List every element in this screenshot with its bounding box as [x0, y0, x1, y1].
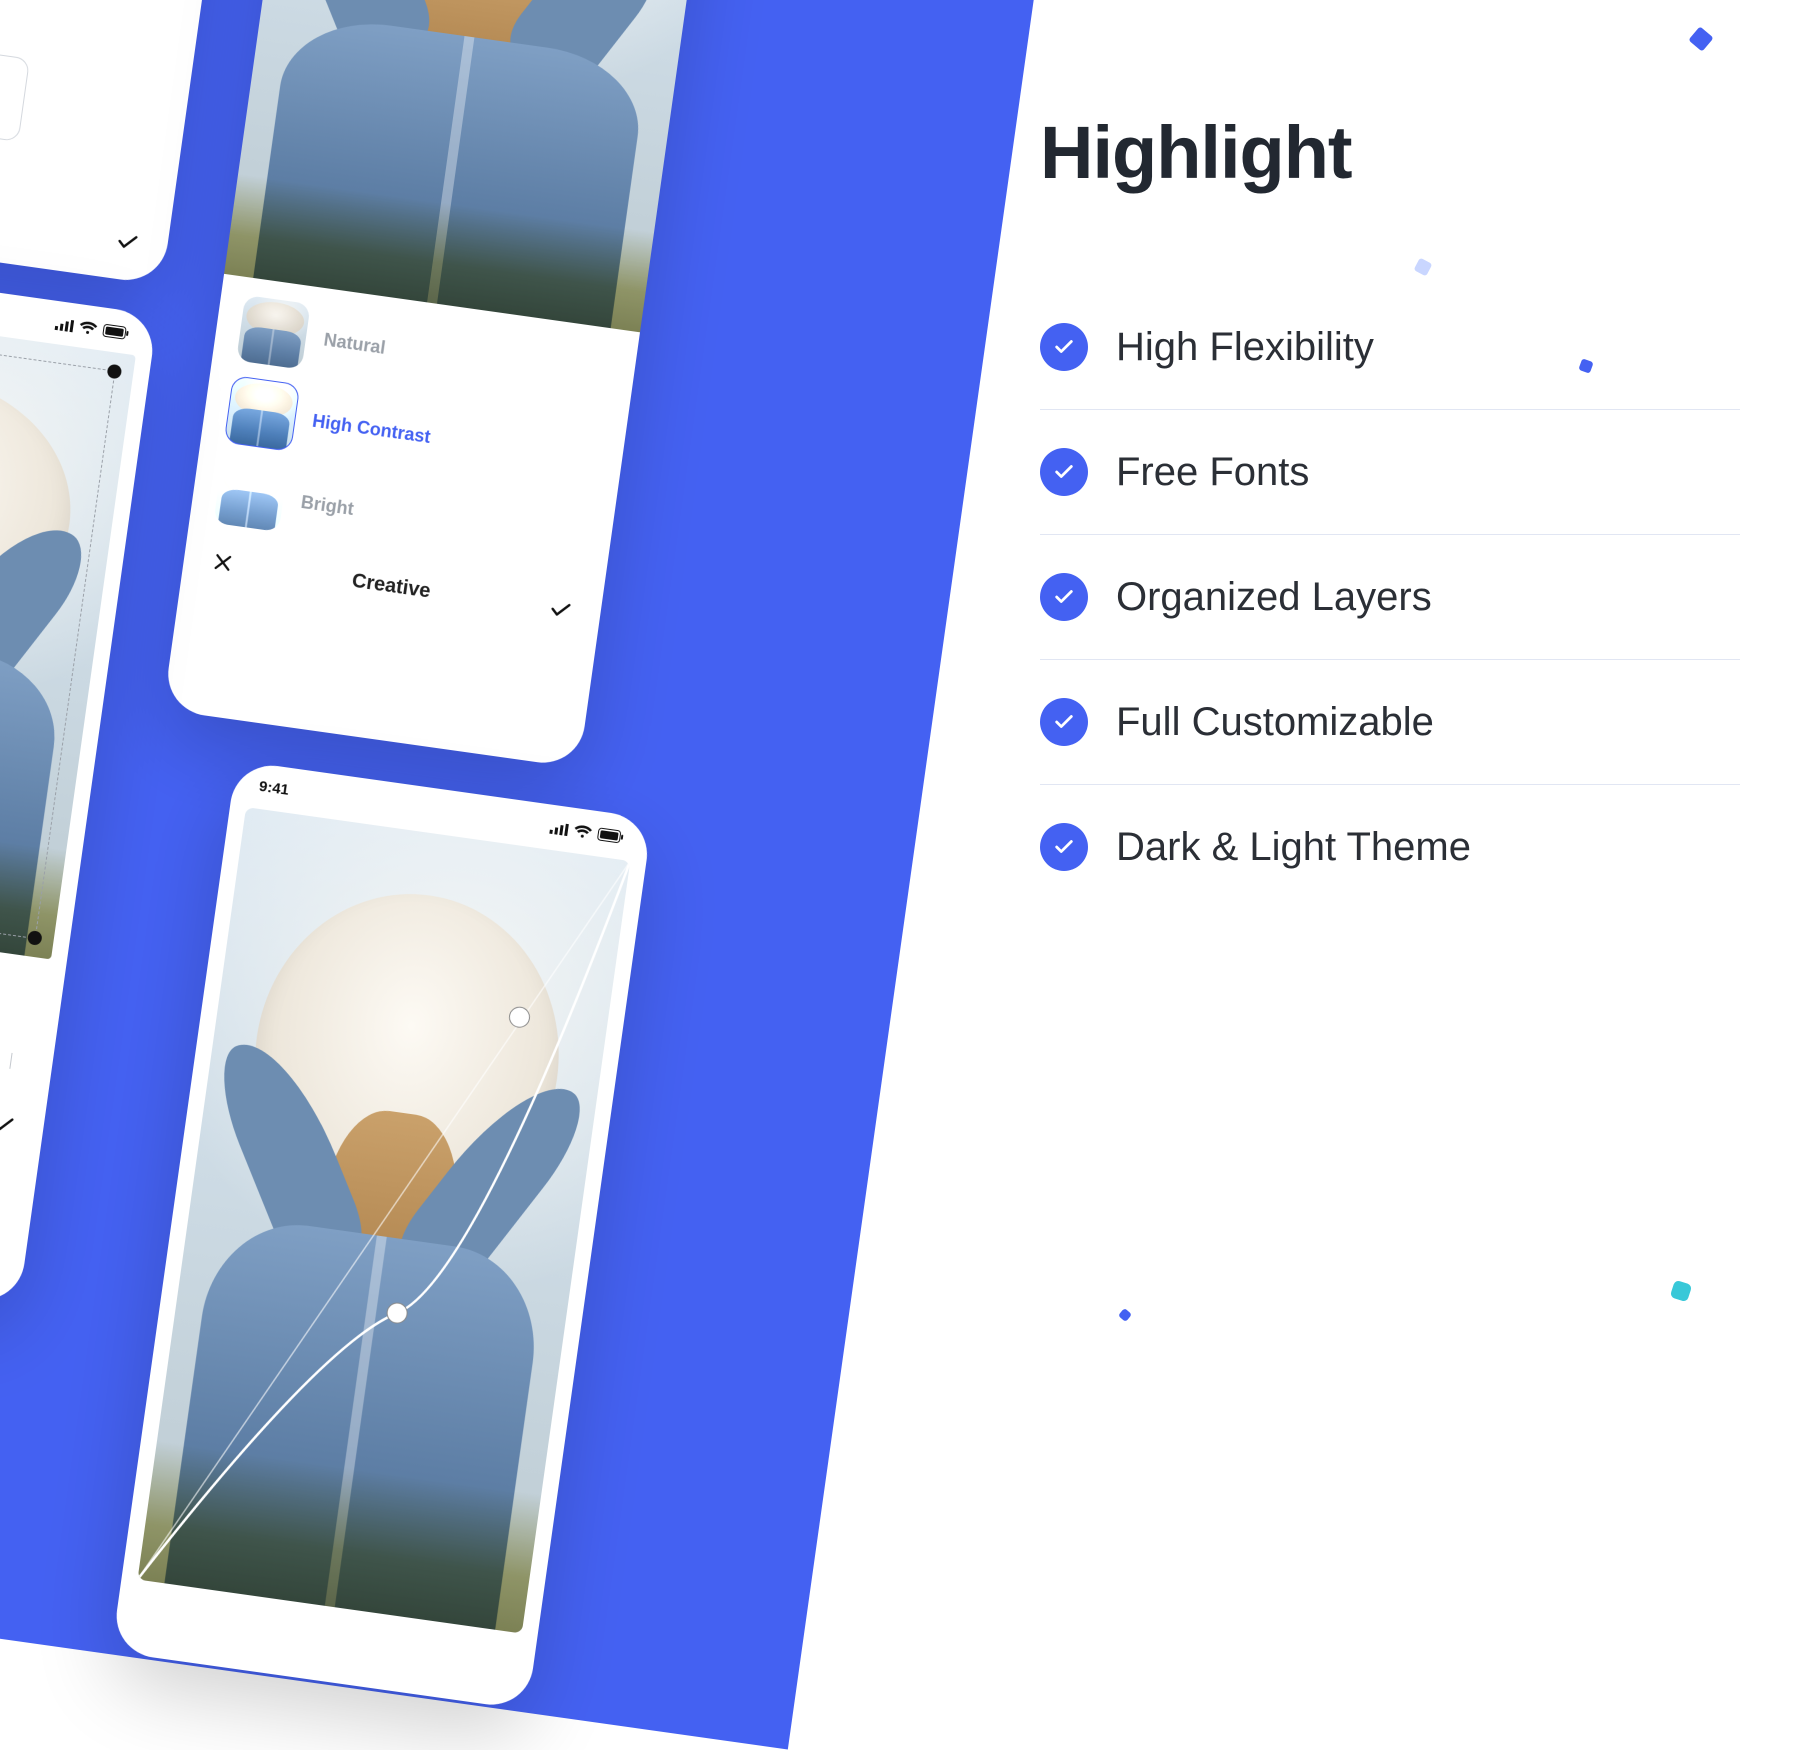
check-icon	[1040, 323, 1088, 371]
filter-thumb	[213, 457, 288, 532]
size-card[interactable]: AD 1200X628	[0, 43, 30, 141]
wifi-icon	[573, 824, 593, 839]
feature-item: Free Fonts	[1040, 410, 1740, 535]
filter-label: Natural	[322, 329, 386, 358]
check-icon	[1040, 698, 1088, 746]
filter-thumb	[236, 295, 311, 370]
promo-canvas: OVER 02X630 AD 1200X628	[0, 0, 1800, 1360]
filter-label: High Contrast	[311, 410, 432, 447]
feature-label: Organized Layers	[1116, 575, 1432, 620]
cellular-icon	[55, 317, 74, 331]
check-icon	[1040, 823, 1088, 871]
close-icon[interactable]	[210, 550, 235, 575]
feature-list: High Flexibility Free Fonts Organized La…	[1040, 285, 1740, 909]
feature-label: Full Customizable	[1116, 700, 1434, 745]
feature-label: Free Fonts	[1116, 450, 1309, 495]
filter-label: Bright	[300, 491, 355, 519]
feature-item: High Flexibility	[1040, 285, 1740, 410]
feature-item: Full Customizable	[1040, 660, 1740, 785]
preview-photo	[224, 0, 718, 332]
cellular-icon	[549, 821, 568, 835]
battery-icon	[597, 827, 625, 843]
text-column: Highlight High Flexibility Free Fonts Or…	[1040, 110, 1740, 909]
decor-dot	[1670, 1280, 1693, 1303]
wifi-icon	[78, 320, 98, 335]
check-icon	[1040, 448, 1088, 496]
feature-label: High Flexibility	[1116, 325, 1374, 370]
feature-label: Dark & Light Theme	[1116, 825, 1471, 870]
feature-item: Dark & Light Theme	[1040, 785, 1740, 909]
confirm-icon[interactable]	[0, 1111, 17, 1138]
status-time: 9:41	[258, 778, 290, 799]
decor-dot	[1688, 26, 1713, 51]
filter-thumb	[225, 376, 300, 451]
feature-item: Organized Layers	[1040, 535, 1740, 660]
battery-icon	[102, 324, 130, 340]
confirm-icon[interactable]	[114, 229, 141, 256]
check-icon	[1040, 573, 1088, 621]
page-heading: Highlight	[1040, 110, 1740, 195]
confirm-icon[interactable]	[547, 596, 574, 623]
decor-dot	[1118, 1308, 1132, 1322]
